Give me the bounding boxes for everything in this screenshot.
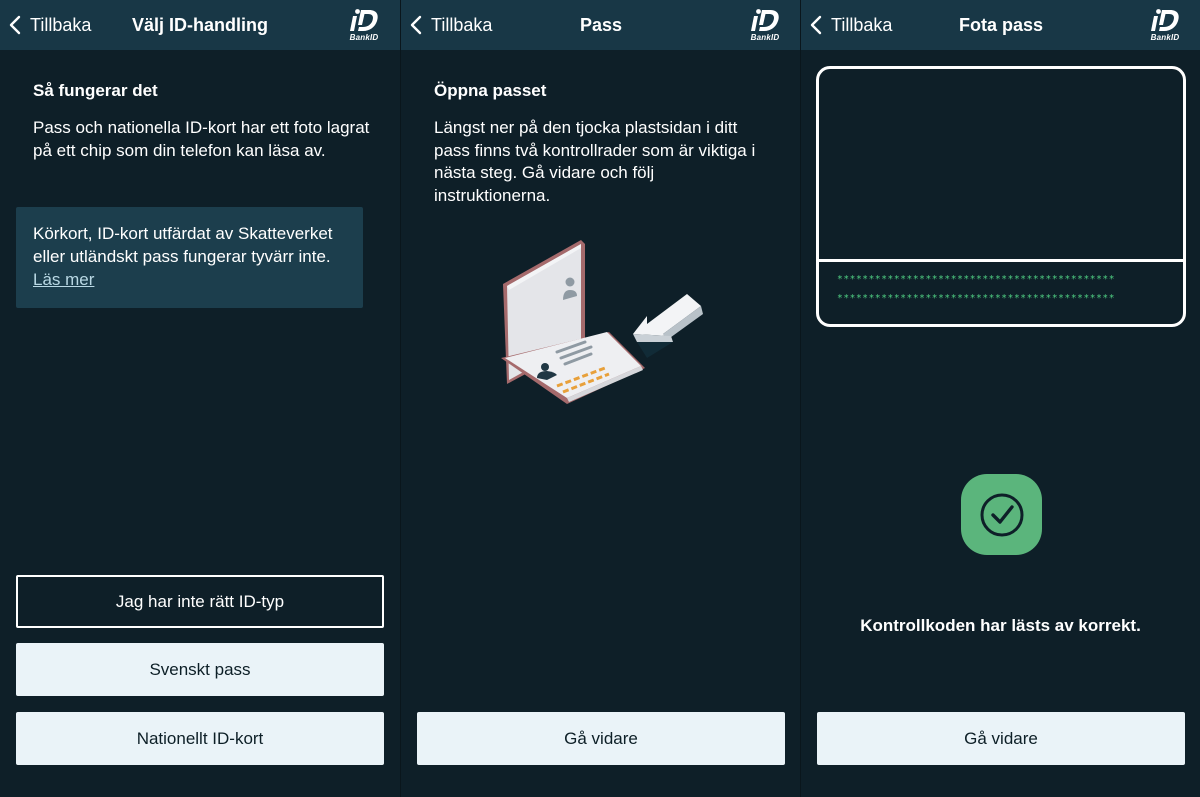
screens-container: Tillbaka Välj ID-handling BankID Så fung… [0,0,1200,797]
back-label: Tillbaka [431,14,493,35]
chevron-left-icon [9,15,21,35]
chevron-left-icon [810,15,822,35]
checkmark-circle-icon [961,474,1042,555]
bankid-logo-text: BankID [1150,33,1180,42]
national-id-card-button[interactable]: Nationellt ID-kort [16,712,384,765]
screen-choose-id: Tillbaka Välj ID-handling BankID Så fung… [0,0,400,797]
back-button[interactable]: Tillbaka [809,0,892,50]
read-more-link[interactable]: Läs mer [33,268,94,291]
info-paragraph: Pass och nationella ID-kort har ett foto… [33,118,370,160]
camera-viewfinder: ****************************************… [816,66,1186,327]
back-button[interactable]: Tillbaka [8,0,91,50]
screen-photo-passport: Tillbaka Fota pass BankID **************… [800,0,1200,797]
back-button[interactable]: Tillbaka [409,0,492,50]
bankid-logo-icon: BankID [747,8,783,44]
bankid-logo-text: BankID [349,33,379,42]
chevron-left-icon [410,15,422,35]
wrong-id-type-button[interactable]: Jag har inte rätt ID-typ [16,575,384,628]
status-message: Kontrollkoden har lästs av korrekt. [860,616,1141,635]
mrz-line-1: ****************************************… [837,274,1116,285]
navbar: Tillbaka Pass BankID [401,0,801,50]
continue-button[interactable]: Gå vidare [417,712,785,765]
back-label: Tillbaka [831,14,893,35]
mrz-line-2: ****************************************… [837,293,1116,304]
section-heading: Så fungerar det [33,81,158,100]
back-label: Tillbaka [30,14,92,35]
bankid-logo-text: BankID [750,33,780,42]
bankid-logo-icon: BankID [1147,8,1183,44]
swedish-passport-button[interactable]: Svenskt pass [16,643,384,696]
navbar: Tillbaka Välj ID-handling BankID [0,0,400,50]
open-passport-illustration [501,240,703,404]
mrz-divider [819,259,1183,262]
infobox-text: Körkort, ID-kort utfärdat av Skatteverke… [33,224,333,266]
continue-button[interactable]: Gå vidare [817,712,1185,765]
navbar: Tillbaka Fota pass BankID [801,0,1200,50]
info-paragraph: Längst ner på den tjocka plastsidan i di… [434,118,756,205]
warning-infobox: Körkort, ID-kort utfärdat av Skatteverke… [16,207,363,308]
bankid-logo-icon: BankID [346,8,382,44]
screen-passport: Tillbaka Pass BankID Öppna passet Längst… [400,0,801,797]
section-heading: Öppna passet [434,81,547,100]
